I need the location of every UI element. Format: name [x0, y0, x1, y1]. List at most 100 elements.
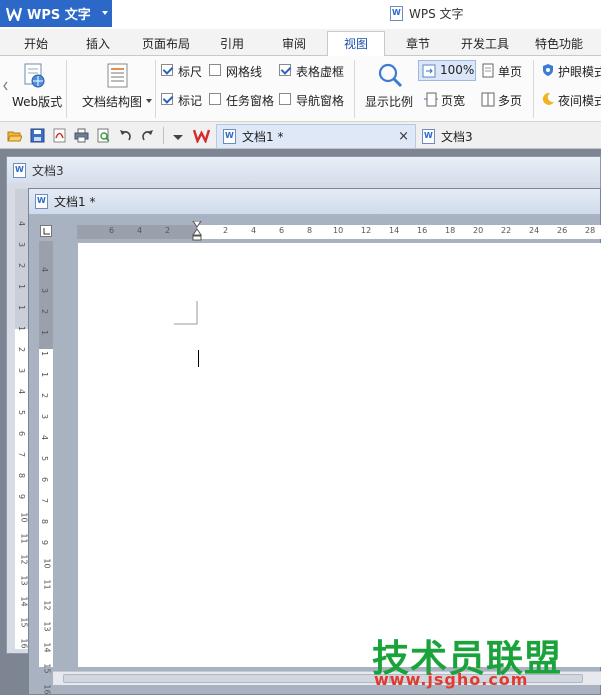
nav-pane-label: 导航窗格 — [296, 94, 345, 108]
single-page-button[interactable]: 单页 — [498, 63, 522, 80]
tab-references[interactable]: 引用 — [206, 33, 258, 56]
ruler-tick-label: 13 — [42, 621, 52, 632]
night-mode-icon[interactable] — [541, 92, 555, 106]
page-width-icon[interactable] — [424, 92, 438, 107]
markup-checkbox[interactable] — [161, 93, 173, 105]
ruler-tick-label: 11 — [42, 579, 52, 590]
document-map-button[interactable]: 文档结构图 — [82, 93, 142, 110]
night-mode-button[interactable]: 夜间模式 — [558, 92, 601, 109]
indent-marker-icon[interactable] — [192, 220, 202, 243]
ruler-tick-label: 2 — [17, 346, 27, 353]
ruler-tick-label: 2 — [223, 226, 229, 235]
ruler-tick-label: 6 — [279, 226, 285, 235]
ruler-tick-label: 28 — [585, 226, 596, 235]
task-pane-checkbox[interactable] — [209, 93, 221, 105]
undo-icon[interactable] — [118, 128, 133, 143]
title-bar: WPS 文字 WPS 文字 — [0, 0, 601, 29]
doc-tab-doc1[interactable]: 文档1 * × — [216, 124, 416, 148]
vertical-ruler[interactable]: 4 3 2 1 1 1 2 3 4 5 6 7 8 9 10 11 12 13 14 15 16 — [39, 241, 53, 695]
chevron-down-icon — [102, 11, 108, 15]
web-layout-icon[interactable] — [22, 62, 46, 90]
window-title-text: WPS 文字 — [409, 7, 464, 21]
app-menu-label: WPS 文字 — [27, 8, 91, 23]
open-folder-icon[interactable] — [7, 128, 23, 143]
nav-pane-checkbox[interactable] — [279, 93, 291, 105]
tab-developer[interactable]: 开发工具 — [452, 33, 518, 56]
document-map-icon[interactable] — [106, 62, 130, 90]
ribbon-tabs: 开始 插入 页面布局 引用 审阅 视图 章节 开发工具 特色功能 — [0, 29, 601, 57]
document-icon — [223, 129, 236, 144]
ruler-tick-label: 4 — [17, 388, 27, 395]
ruler-tick-label: 3 — [40, 287, 50, 294]
document-window-doc1[interactable]: 文档1 * 642246810121416182022242628 432111… — [28, 188, 601, 695]
ruler-tick-label: 24 — [529, 226, 540, 235]
tab-chapter[interactable]: 章节 — [390, 33, 446, 56]
ruler-tick-label: 4 — [137, 226, 143, 235]
zoom-100-label: 100% — [440, 63, 475, 77]
eye-protection-icon[interactable] — [541, 63, 555, 77]
chevron-down-icon[interactable] — [146, 99, 152, 103]
ribbon-scroll-left-icon[interactable] — [2, 76, 9, 96]
table-gridlines-checkbox[interactable] — [279, 64, 291, 76]
wps-logo-icon — [5, 7, 23, 23]
ruler-tick-label: 12 — [42, 600, 52, 611]
ruler-tick-label: 1 — [17, 283, 27, 290]
multi-page-icon[interactable] — [481, 92, 495, 107]
ruler-tick-label: 3 — [17, 241, 27, 248]
single-page-icon[interactable] — [481, 63, 495, 78]
ruler-tick-label: 5 — [17, 409, 27, 416]
ruler-tick-label: 8 — [40, 518, 50, 525]
horizontal-ruler[interactable]: 6 4 2 2 4 6 8 10 12 14 16 18 20 22 24 26 28 — [77, 220, 601, 241]
ruler-tick-label: 12 — [361, 226, 372, 235]
app-menu-button[interactable]: WPS 文字 — [0, 0, 112, 27]
print-preview-icon[interactable] — [96, 128, 111, 143]
tab-page-layout[interactable]: 页面布局 — [132, 33, 200, 56]
wps-logo-icon[interactable] — [192, 128, 211, 145]
zoom-100-button[interactable]: 100% — [418, 60, 476, 81]
markup-label: 标记 — [178, 94, 203, 108]
zoom-magnifier-icon[interactable] — [376, 61, 404, 89]
ribbon-divider — [533, 60, 534, 118]
page-width-button[interactable]: 页宽 — [441, 92, 465, 109]
tab-home[interactable]: 开始 — [8, 33, 64, 56]
customize-toolbar-chevron-icon[interactable] — [173, 135, 183, 140]
multi-page-button[interactable]: 多页 — [498, 92, 522, 109]
ruler-tick-label: 22 — [501, 226, 512, 235]
ruler-tick-label: 2 — [40, 308, 50, 315]
tab-review[interactable]: 审阅 — [266, 33, 322, 56]
close-tab-icon[interactable]: × — [398, 129, 409, 144]
eye-protection-button[interactable]: 护眼模式 — [558, 63, 601, 80]
ruler-tick-label: 6 — [109, 226, 115, 235]
web-layout-button[interactable]: Web版式 — [12, 93, 62, 110]
window-titlebar[interactable]: 文档1 * — [29, 189, 600, 215]
ribbon-divider — [66, 60, 67, 118]
ruler-tick-label: 16 — [417, 226, 428, 235]
ruler-tick-label: 4 — [40, 434, 50, 441]
print-icon[interactable] — [74, 128, 89, 143]
document-icon — [422, 128, 435, 144]
text-cursor — [198, 350, 199, 367]
tab-stop-selector[interactable] — [40, 225, 52, 237]
ruler-tick-label: 3 — [17, 367, 27, 374]
export-pdf-icon[interactable] — [52, 128, 67, 143]
redo-icon[interactable] — [140, 128, 155, 143]
ruler-tick-label: 15 — [42, 663, 52, 674]
window-titlebar[interactable]: 文档3 — [7, 157, 600, 183]
ruler-tick-label: 10 — [42, 558, 52, 569]
ruler-tick-label: 10 — [333, 226, 344, 235]
ruler-tick-label: 8 — [307, 226, 313, 235]
zoom-ratio-button[interactable]: 显示比例 — [365, 93, 413, 110]
gridlines-checkbox[interactable] — [209, 64, 221, 76]
ruler-checkbox[interactable] — [161, 64, 173, 76]
watermark-url: www.jsgho.com — [374, 670, 529, 689]
tab-view[interactable]: 视图 — [327, 31, 385, 57]
tab-insert[interactable]: 插入 — [70, 33, 126, 56]
doc-tab-doc3[interactable]: 文档3 — [416, 124, 506, 148]
ruler-label: 标尺 — [178, 65, 203, 79]
ruler-tick-label: 2 — [165, 226, 171, 235]
save-icon[interactable] — [30, 128, 45, 143]
task-pane-label: 任务窗格 — [226, 94, 275, 108]
tab-special[interactable]: 特色功能 — [524, 33, 594, 56]
ruler-tick-label: 1 — [40, 350, 50, 357]
document-page[interactable] — [78, 243, 601, 667]
